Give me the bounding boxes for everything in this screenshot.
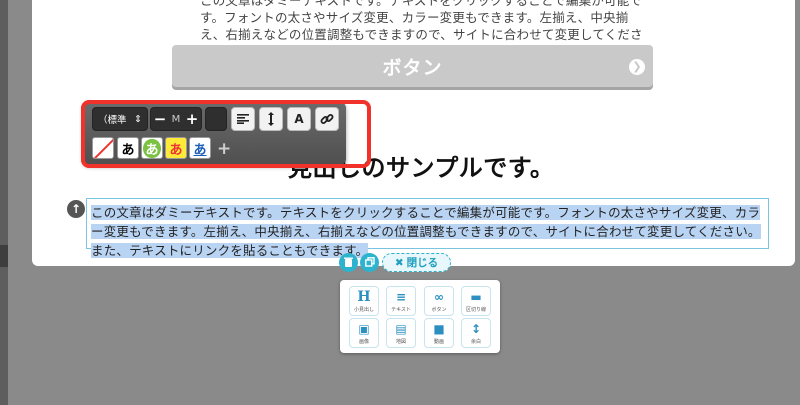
add-image-button[interactable]: ▣ 画像 [349, 318, 379, 348]
add-button-button[interactable]: ∞ ボタン [424, 286, 454, 316]
arrow-right-icon: ❯ [629, 59, 645, 75]
trash-icon[interactable] [339, 253, 358, 272]
add-map-button[interactable]: ▤ 地図 [386, 318, 416, 348]
subheading-label: 小見出し [353, 307, 374, 313]
add-subheading-button[interactable]: H 小見出し [349, 286, 379, 316]
image-icon: ▣ [358, 321, 370, 336]
divider-icon: ▬ [470, 289, 482, 304]
text-icon: ≡ [395, 289, 407, 304]
video-icon: ■ [433, 321, 445, 336]
add-block-palette: H 小見出し ≡ テキスト ∞ ボタン ▬ 区切り線 ▣ 画像 ▤ 地図 ■ 動画 ↕ 余白 [340, 280, 500, 353]
close-label: 閉じる [406, 257, 439, 269]
close-icon: ✖ [394, 256, 404, 269]
divider-label: 区切り線 [465, 307, 486, 313]
subheading-icon: H [357, 288, 371, 305]
left-panel-marker [0, 245, 8, 267]
button-label: ボタン [431, 307, 447, 313]
add-divider-button[interactable]: ▬ 区切り線 [461, 286, 491, 316]
move-up-icon[interactable]: ↑ [67, 200, 85, 218]
text-label: テキスト [391, 307, 411, 313]
link-chain-icon: ∞ [434, 289, 444, 304]
text-edit-box[interactable]: この文章はダミーテキストです。テキストをクリックすることで編集が可能です。フォン… [86, 198, 769, 258]
selected-text[interactable]: この文章はダミーテキストです。テキストをクリックすることで編集が可能です。フォン… [91, 205, 761, 258]
map-label: 地図 [395, 339, 406, 345]
sample-button-label: ボタン [382, 56, 443, 79]
sample-button[interactable]: ボタン ❯ [172, 45, 653, 87]
add-video-button[interactable]: ■ 動画 [424, 318, 454, 348]
video-label: 動画 [433, 339, 444, 345]
spacer-label: 余白 [470, 339, 481, 345]
image-label: 画像 [358, 339, 369, 345]
add-spacer-button[interactable]: ↕ 余白 [461, 318, 491, 348]
close-button[interactable]: ✖ 閉じる [382, 253, 451, 272]
highlight-frame [81, 100, 371, 168]
copy-icon[interactable] [360, 253, 379, 272]
map-icon: ▤ [395, 321, 407, 336]
left-panel-strip [0, 0, 8, 405]
add-text-button[interactable]: ≡ テキスト [386, 286, 416, 316]
spacer-icon: ↕ [470, 321, 482, 336]
